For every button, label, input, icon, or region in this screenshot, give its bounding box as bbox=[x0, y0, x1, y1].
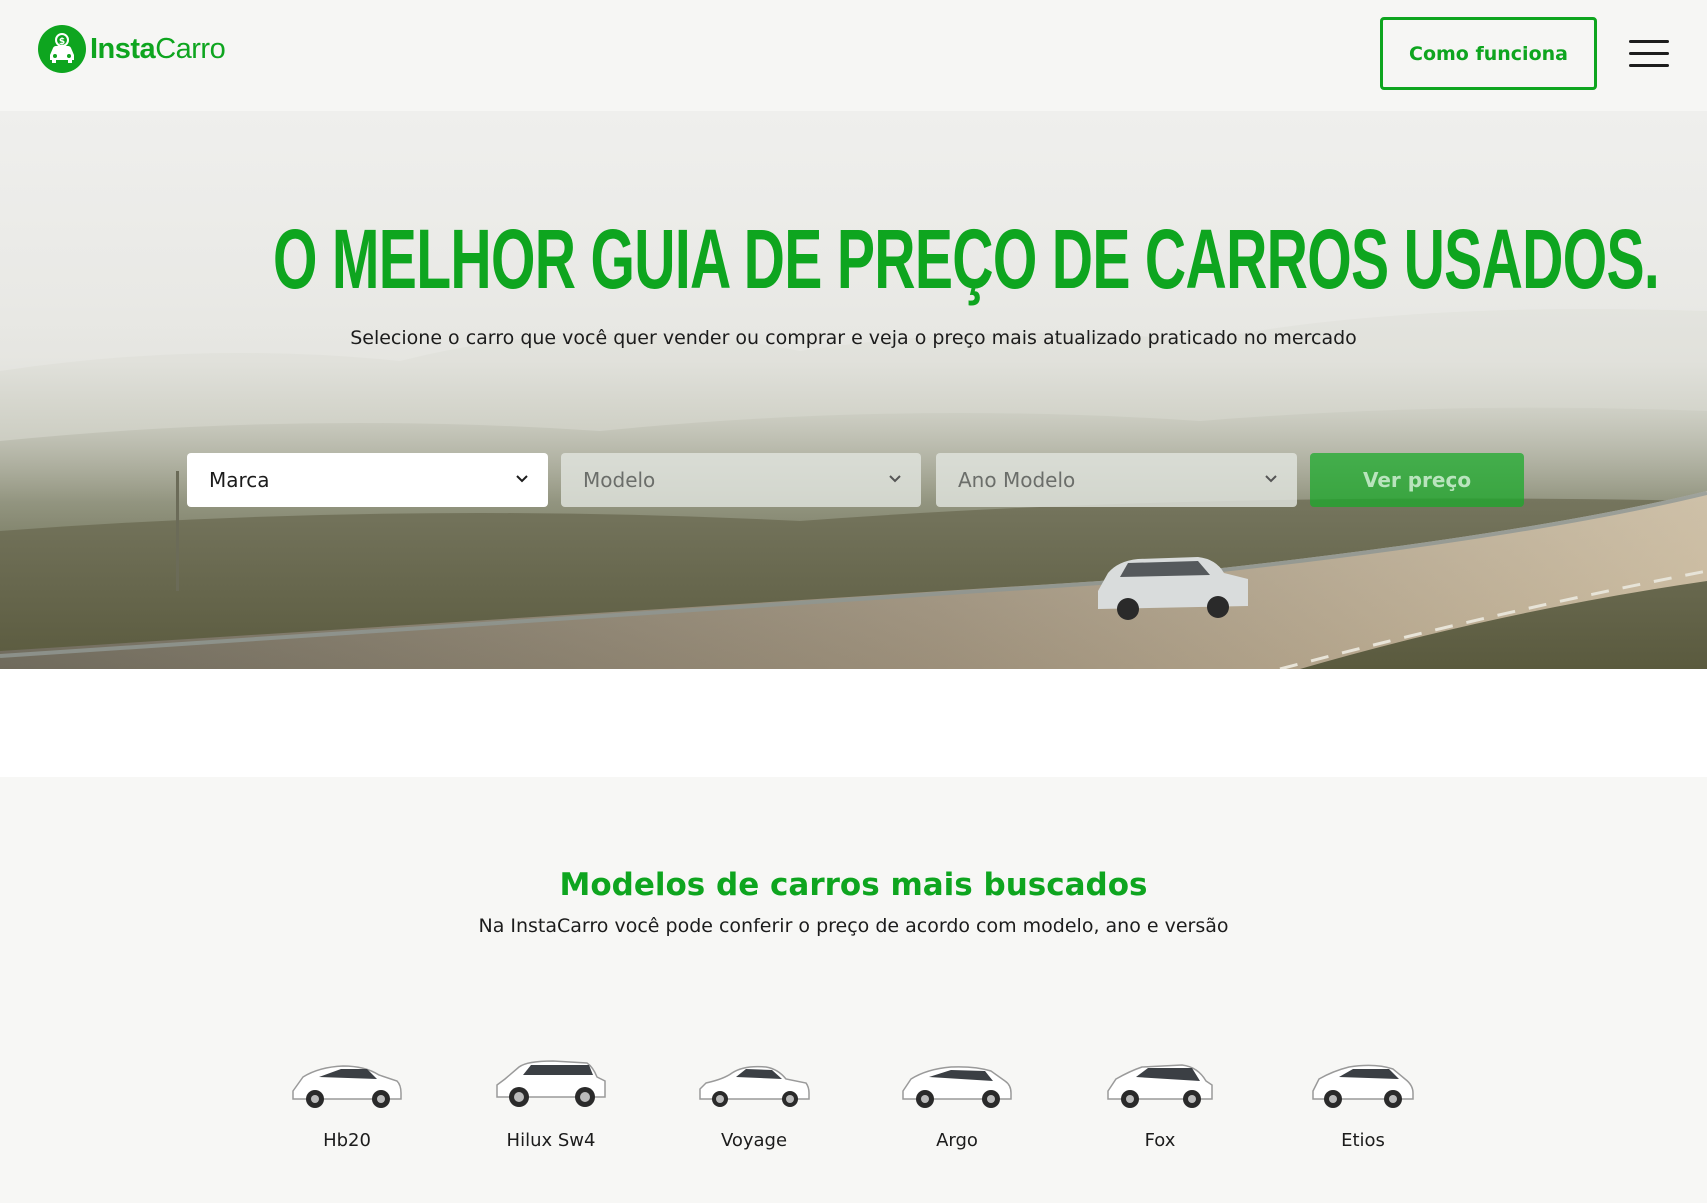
car-model-label: Argo bbox=[936, 1130, 978, 1151]
site-header: $ InstaCarro Como funciona bbox=[0, 0, 1707, 111]
hatchback-car-icon bbox=[1312, 1064, 1414, 1108]
brand-select-value: Marca bbox=[209, 468, 270, 492]
hatchback-car-icon bbox=[292, 1065, 402, 1108]
how-it-works-button[interactable]: Como funciona bbox=[1380, 17, 1597, 90]
year-select-value: Ano Modelo bbox=[958, 468, 1076, 492]
popular-models-title: Modelos de carros mais buscados bbox=[559, 867, 1148, 903]
logo-wordmark: InstaCarro bbox=[90, 32, 226, 66]
logo-bold-text: Insta bbox=[90, 32, 156, 65]
car-model-item[interactable]: Etios bbox=[1288, 1055, 1438, 1165]
hamburger-menu-icon[interactable] bbox=[1629, 40, 1669, 68]
hatchback-car-icon bbox=[902, 1066, 1012, 1108]
svg-text:$: $ bbox=[59, 37, 65, 47]
see-price-button[interactable]: Ver preço bbox=[1310, 453, 1524, 507]
car-model-item[interactable]: Argo bbox=[882, 1055, 1032, 1165]
suv-car-icon bbox=[496, 1060, 606, 1107]
model-select[interactable]: Modelo bbox=[561, 453, 921, 507]
car-model-label: Hb20 bbox=[323, 1130, 371, 1151]
car-model-item[interactable]: Fox bbox=[1085, 1055, 1235, 1165]
car-dollar-logo-icon: $ bbox=[38, 25, 86, 73]
brand-select[interactable]: Marca bbox=[187, 453, 548, 507]
popular-models-subtitle: Na InstaCarro você pode conferir o preço… bbox=[478, 915, 1229, 937]
car-model-label: Hilux Sw4 bbox=[506, 1130, 596, 1151]
car-model-item[interactable]: Hilux Sw4 bbox=[476, 1055, 626, 1165]
car-model-label: Fox bbox=[1144, 1130, 1176, 1151]
hatchback-car-icon bbox=[1107, 1064, 1213, 1108]
car-model-item[interactable]: Voyage bbox=[679, 1055, 829, 1165]
instacarro-logo[interactable]: $ InstaCarro bbox=[38, 25, 226, 73]
hero-title: O MELHOR GUIA DE PREÇO DE CARROS USADOS. bbox=[272, 212, 1660, 306]
popular-models-section: Modelos de carros mais buscados Na Insta… bbox=[0, 777, 1707, 1203]
model-select-value: Modelo bbox=[583, 468, 656, 492]
chevron-down-icon bbox=[1265, 475, 1277, 483]
hero-section: O MELHOR GUIA DE PREÇO DE CARROS USADOS.… bbox=[0, 111, 1707, 669]
logo-regular-text: Carro bbox=[155, 32, 226, 65]
chevron-down-icon bbox=[889, 475, 901, 483]
chevron-down-icon bbox=[516, 475, 528, 483]
hero-landscape-image bbox=[0, 111, 1707, 669]
hero-subtitle: Selecione o carro que você quer vender o… bbox=[350, 327, 1357, 349]
car-model-label: Etios bbox=[1341, 1130, 1385, 1151]
section-spacer bbox=[0, 669, 1707, 777]
sedan-car-icon bbox=[699, 1065, 810, 1107]
year-select[interactable]: Ano Modelo bbox=[936, 453, 1297, 507]
car-model-label: Voyage bbox=[720, 1130, 788, 1151]
car-model-item[interactable]: Hb20 bbox=[272, 1055, 422, 1165]
